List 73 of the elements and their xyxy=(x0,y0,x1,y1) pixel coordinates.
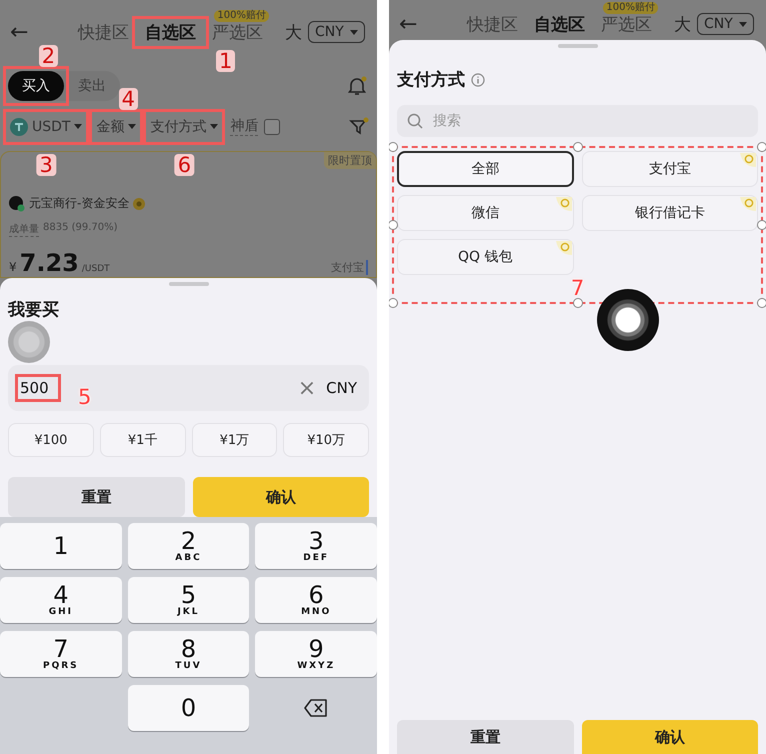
clear-button[interactable]: × xyxy=(288,376,326,400)
verified-badge-icon xyxy=(133,198,146,210)
caret-icon xyxy=(738,22,747,26)
payment-option[interactable]: 银行借记卡 xyxy=(582,195,758,231)
section-tab[interactable]: 自选区 xyxy=(137,20,204,44)
annotation-box xyxy=(3,66,69,106)
backspace-icon[interactable] xyxy=(304,699,328,717)
sheet-title: 我要买 xyxy=(8,299,59,321)
preset-amount-button[interactable]: ¥1千 xyxy=(100,423,186,457)
merchant-avatar-icon xyxy=(9,196,25,212)
keypad-key[interactable]: 7 PQRS xyxy=(0,631,122,677)
keypad-key[interactable]: 9 WXYZ xyxy=(255,631,377,677)
caret-icon xyxy=(128,124,136,129)
payment-option[interactable]: QQ 钱包 xyxy=(397,239,574,275)
keypad-key[interactable]: 4 GHI xyxy=(0,577,122,623)
keypad-key[interactable]: 2 ABC xyxy=(128,523,250,569)
keypad-key[interactable]: 1 xyxy=(0,523,122,569)
preset-amount-button[interactable]: ¥10万 xyxy=(283,423,369,457)
currency-sign: ¥ xyxy=(9,260,17,274)
caret-icon xyxy=(350,30,358,34)
payment-option[interactable]: 全部 xyxy=(397,151,574,187)
stats-value: 8835 (99.70%) xyxy=(43,222,118,235)
price: 7.23 xyxy=(20,249,79,277)
currency-label: CNY xyxy=(326,379,357,397)
annotation-number: 3 xyxy=(36,154,56,176)
keypad-key[interactable]: 6 MNO xyxy=(255,577,377,623)
font-size-toggle[interactable]: 大 xyxy=(674,12,691,36)
annotation-number: 1 xyxy=(216,50,236,72)
caret-icon xyxy=(210,124,218,129)
caret-icon xyxy=(74,124,82,129)
annotation-number: 2 xyxy=(38,45,58,67)
confirm-button[interactable]: 确认 xyxy=(582,720,758,754)
amount-field[interactable]: 500 5 × CNY xyxy=(8,365,369,411)
keypad-key[interactable]: 8 TUV xyxy=(128,631,250,677)
filter-icon[interactable] xyxy=(349,116,369,136)
payment-method: 支付宝 xyxy=(331,260,368,275)
reset-button[interactable]: 重置 xyxy=(397,720,574,754)
promo-badge: 100%赔付 xyxy=(603,2,658,14)
back-button[interactable]: ← xyxy=(399,12,459,36)
pinned-tag: 限时置顶 xyxy=(324,152,376,169)
font-size-toggle[interactable]: 大 xyxy=(285,20,302,44)
search-field[interactable]: 搜索 xyxy=(397,105,758,137)
back-button[interactable]: ← xyxy=(10,20,70,44)
trade-tab[interactable]: 买入 xyxy=(8,71,64,101)
merchant-name: 元宝商行-资金安全 xyxy=(29,195,130,212)
sheet-handle[interactable] xyxy=(558,44,598,48)
preset-amount-button[interactable]: ¥1万 xyxy=(192,423,278,457)
annotation-number: 4 xyxy=(118,88,138,110)
reset-button[interactable]: 重置 xyxy=(8,477,184,517)
keypad-key[interactable]: 5 JKL xyxy=(128,577,250,623)
keypad-key[interactable]: 0 xyxy=(128,685,250,731)
sheet-handle[interactable] xyxy=(168,282,208,286)
sheet-title: 支付方式 xyxy=(397,69,465,91)
info-icon[interactable] xyxy=(471,72,485,86)
annotation-number: 5 xyxy=(78,386,92,408)
bell-icon[interactable] xyxy=(347,76,367,96)
price-unit: /USDT xyxy=(82,264,110,274)
confirm-button[interactable]: 确认 xyxy=(192,477,369,517)
payment-option[interactable]: 支付宝 xyxy=(582,151,758,187)
checkbox[interactable] xyxy=(264,118,280,134)
payment-option[interactable]: 微信 xyxy=(397,195,574,231)
annotation-box xyxy=(15,374,61,402)
annotation-number: 7 xyxy=(570,277,584,299)
checkbox-label: 神盾 xyxy=(230,117,258,136)
currency-dropdown[interactable]: CNY xyxy=(308,21,365,43)
search-icon xyxy=(407,113,423,129)
annotation-number: 6 xyxy=(174,154,194,176)
preset-amount-button[interactable]: ¥100 xyxy=(8,423,94,457)
keypad-key[interactable]: 3 DEF xyxy=(255,523,377,569)
currency-dropdown[interactable]: CNY xyxy=(697,13,754,35)
section-tab[interactable]: 自选区 xyxy=(526,12,593,36)
promo-badge: 100%赔付 xyxy=(214,10,269,22)
stats-label: 成单量 xyxy=(9,222,39,237)
